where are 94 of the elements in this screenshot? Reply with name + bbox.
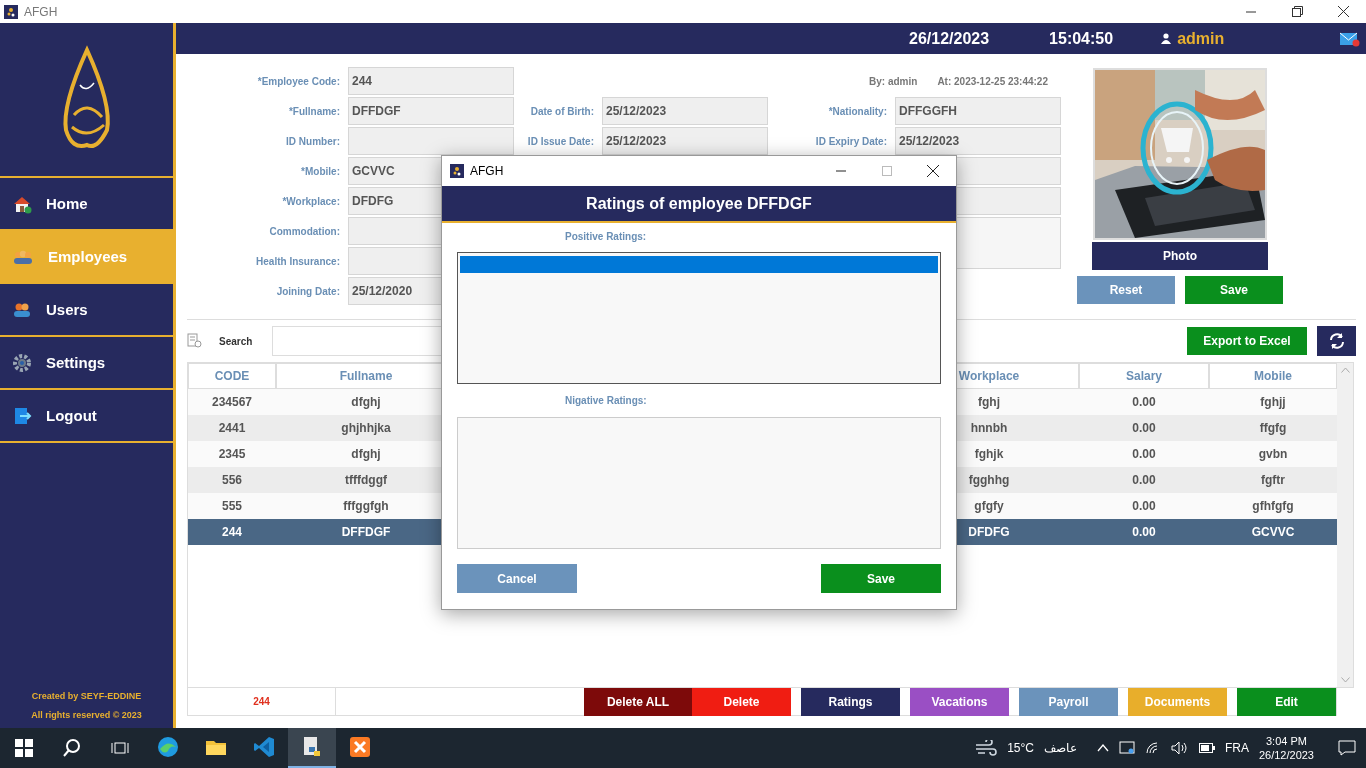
maximize-icon xyxy=(882,166,892,176)
table-cell: 0.00 xyxy=(1079,519,1209,545)
action-button[interactable]: Edit xyxy=(1237,687,1336,716)
field-label: Commodation: xyxy=(269,225,340,237)
table-cell: 0.00 xyxy=(1079,389,1209,415)
notification-icon[interactable] xyxy=(1338,740,1356,756)
table-cell: 244 xyxy=(188,519,276,545)
text-field[interactable]: DFFGGFH xyxy=(895,97,1061,125)
user-name: admin xyxy=(1177,29,1225,48)
field-label: Health Insurance: xyxy=(256,255,340,267)
weather-text: عاصف xyxy=(1043,741,1077,755)
dialog-button[interactable]: Save xyxy=(821,564,941,593)
list-label: Nigative Ratings: xyxy=(565,395,647,406)
text-field[interactable]: 244 xyxy=(348,67,514,95)
chevron-up-icon[interactable] xyxy=(1096,744,1109,752)
close-icon xyxy=(927,165,939,177)
field-label: Joining Date: xyxy=(276,285,340,297)
action-button[interactable]: Delete xyxy=(692,687,791,716)
dialog-heading: Ratings of employee DFFDGF xyxy=(586,194,812,213)
logout-icon xyxy=(12,405,32,426)
ratings-list[interactable] xyxy=(457,252,941,384)
user-icon xyxy=(1161,33,1172,44)
header-time: 15:04:50 xyxy=(1049,29,1114,48)
dialog-title: AFGH xyxy=(470,164,505,178)
taskbar-app[interactable] xyxy=(288,728,336,768)
table-cell: fghjj xyxy=(1209,389,1337,415)
action-button[interactable]: Delete ALL xyxy=(584,687,692,716)
field-label: ID Expiry Date: xyxy=(815,135,887,147)
table-cell: ffgfg xyxy=(1209,415,1337,441)
field-label: *Workplace: xyxy=(282,195,340,207)
text-field[interactable]: 25/12/2023 xyxy=(602,97,768,125)
field-label: ID Number: xyxy=(286,135,340,147)
windows-icon xyxy=(15,739,33,757)
browser-icon xyxy=(156,735,180,759)
refresh-button[interactable] xyxy=(1317,326,1356,356)
table-cell: 556 xyxy=(188,467,276,493)
clock-date[interactable]: 26/12/2023 xyxy=(1258,749,1314,761)
action-button[interactable]: Vacations xyxy=(910,687,1009,716)
table-cell: 555 xyxy=(188,493,276,519)
app-logo-icon xyxy=(450,164,464,178)
restore-icon xyxy=(1291,6,1303,17)
table-cell: 234567 xyxy=(188,389,276,415)
field-label: Date of Birth: xyxy=(530,105,594,117)
text-field[interactable]: DFFDGF xyxy=(348,97,514,125)
credit-text: Created by SEYF-EDDINE xyxy=(31,691,142,701)
wind-icon xyxy=(975,740,998,756)
text-field[interactable] xyxy=(348,127,514,155)
close-icon xyxy=(1337,6,1349,17)
field-label: ID Issue Date: xyxy=(527,135,594,147)
column-header[interactable]: Mobile xyxy=(1209,363,1337,389)
network-icon[interactable] xyxy=(1118,741,1135,755)
text-field[interactable]: 25/12/2023 xyxy=(895,127,1061,155)
search-label: Search xyxy=(219,335,253,347)
gear-icon xyxy=(12,352,32,373)
search-icon xyxy=(62,738,82,758)
form-button[interactable]: Save xyxy=(1185,276,1283,304)
table-cell: 0.00 xyxy=(1079,467,1209,493)
table-cell: 0.00 xyxy=(1079,493,1209,519)
mail-icon[interactable] xyxy=(1340,30,1360,47)
table-cell: 0.00 xyxy=(1079,441,1209,467)
server-app-icon xyxy=(348,735,372,759)
table-cell: gvbn xyxy=(1209,441,1337,467)
field-label: *Mobile: xyxy=(301,165,340,177)
temperature: 15°C xyxy=(1007,741,1034,755)
field-label: *Nationality: xyxy=(828,105,887,117)
field-label: *Fullname: xyxy=(288,105,340,117)
table-cell: gfhfgfg xyxy=(1209,493,1337,519)
header-date: 26/12/2023 xyxy=(909,29,990,48)
photo-button[interactable]: Photo xyxy=(1092,242,1268,270)
record-counter: 244 xyxy=(188,687,336,716)
task-view-icon xyxy=(111,740,129,756)
table-cell: 2441 xyxy=(188,415,276,441)
audit-text: At: 2023-12-25 23:44:22 xyxy=(937,75,1048,87)
table-cell: fgftr xyxy=(1209,467,1337,493)
table-cell: GCVVC xyxy=(1209,519,1337,545)
clock-time[interactable]: 3:04 PM xyxy=(1266,735,1307,747)
code-editor-icon xyxy=(252,735,276,759)
speaker-icon[interactable] xyxy=(1170,741,1189,755)
battery-icon[interactable] xyxy=(1198,743,1215,753)
language-indicator[interactable]: FRA xyxy=(1224,741,1249,755)
audit-text: By: admin xyxy=(869,75,918,87)
action-button[interactable]: Ratings xyxy=(801,687,900,716)
window-title: AFGH xyxy=(24,4,59,19)
export-button[interactable]: Export to Excel xyxy=(1187,327,1307,355)
text-field[interactable]: 25/12/2023 xyxy=(602,127,768,155)
search-list-icon xyxy=(187,333,203,349)
column-header[interactable]: Salary xyxy=(1079,363,1209,389)
app-logo-icon xyxy=(4,4,18,19)
table-cell: 0.00 xyxy=(1079,415,1209,441)
credit-text: All rights reserved © 2023 xyxy=(31,710,142,720)
list-label: Positive Ratings: xyxy=(565,231,647,242)
table-cell: 2345 xyxy=(188,441,276,467)
field-label: *Employee Code: xyxy=(257,75,340,87)
column-header[interactable]: CODE xyxy=(188,363,276,389)
